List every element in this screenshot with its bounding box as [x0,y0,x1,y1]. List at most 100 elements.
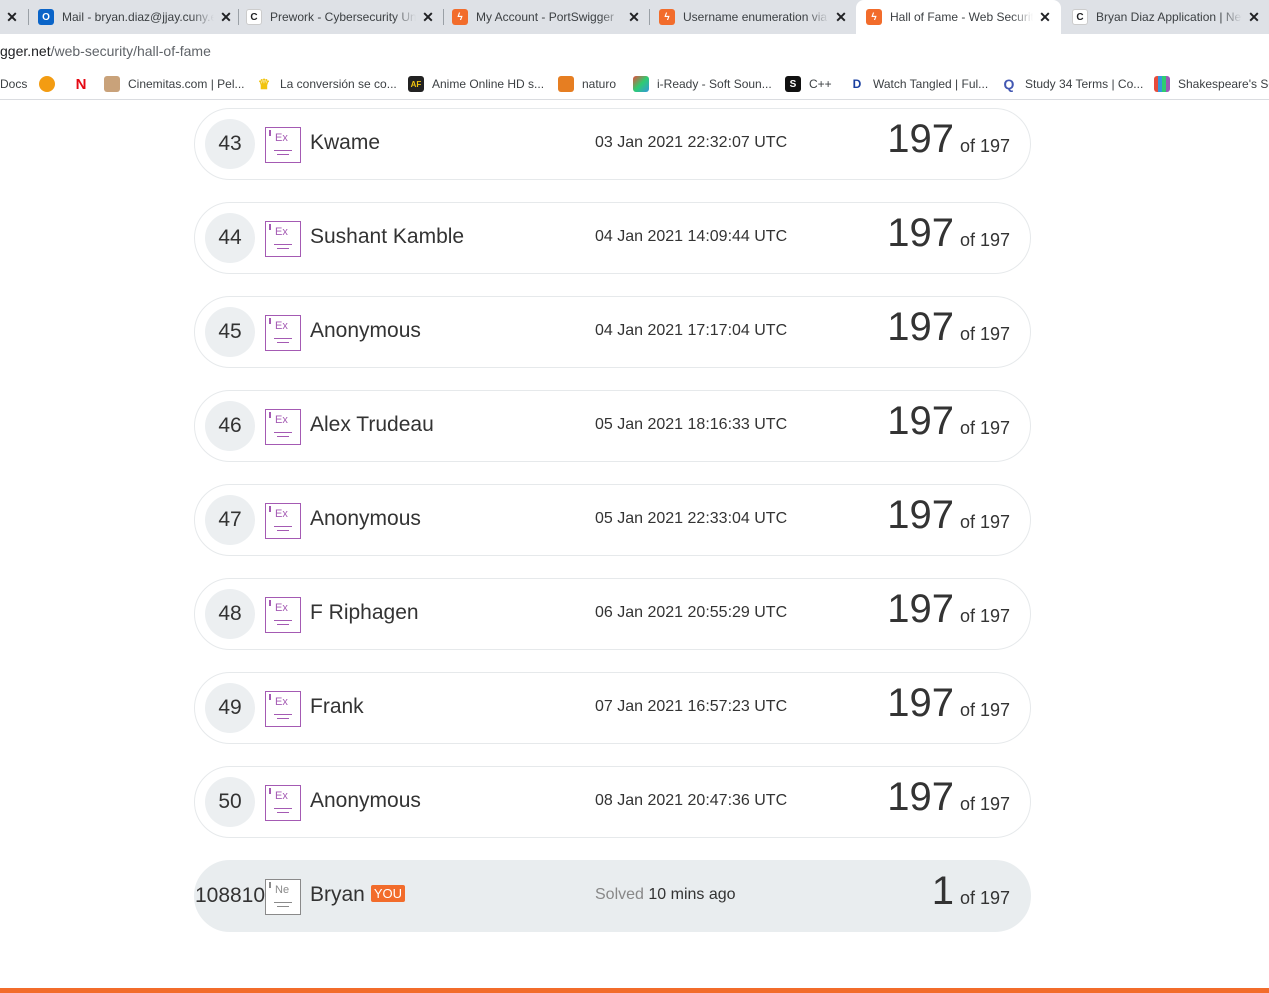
score: 197 of 197 [887,587,1010,632]
expert-badge-icon: Ex [265,315,301,351]
user-name: Bryan YOU [310,883,406,907]
user-name: Anonymous [310,507,421,530]
completion-date: 05 Jan 2021 22:33:04 UTC [595,510,788,527]
orange-ball-icon [39,76,55,92]
close-icon[interactable]: ✕ [4,9,20,26]
bookmark-anime[interactable]: AF Anime Online HD s... [408,68,544,100]
score-total: of 197 [959,418,1010,438]
score: 197 of 197 [887,399,1010,444]
tab-separator [443,9,444,25]
badge-level: Ex [275,696,288,708]
rank-number: 44 [205,213,255,263]
completion-date: 03 Jan 2021 22:32:07 UTC [595,134,788,151]
rank-number: 48 [205,589,255,639]
address-bar[interactable]: gger.net/web-security/hall-of-fame [0,34,1269,68]
score-total: of 197 [959,324,1010,344]
tab-title: Prework - Cybersecurity University [270,10,416,24]
tab-title: Mail - bryan.diaz@jjay.cuny.edu [62,10,214,24]
close-icon[interactable]: ✕ [1037,9,1053,26]
bookmark-iready[interactable]: i-Ready - Soft Soun... [633,68,772,100]
outlook-icon: O [38,9,54,25]
tab-hall-of-fame[interactable]: ϟ Hall of Fame - Web Security Academy ✕ [856,0,1061,34]
completion-date: 07 Jan 2021 16:57:23 UTC [595,698,788,715]
close-icon[interactable]: ✕ [218,9,234,26]
url-text[interactable]: gger.net/web-security/hall-of-fame [0,34,211,68]
score-value: 197 [887,211,954,255]
bookmark-netflix[interactable]: N [73,68,97,100]
bookmark-label: Cinemitas.com | Pel... [128,77,245,91]
score-value: 1 [931,869,954,913]
bookmark-label: Study 34 Terms | Co... [1025,77,1144,91]
bookmark-cinemitas[interactable]: Cinemitas.com | Pel... [104,68,244,100]
user-name: Alex Trudeau [310,413,434,436]
user-name: Sushant Kamble [310,225,465,248]
leaderboard-row: 49 Ex Frank 07 Jan 2021 16:57:23 UTC 197… [194,672,1031,744]
rank-number: 108810 [194,884,266,907]
close-icon[interactable]: ✕ [420,9,436,26]
expert-badge-icon: Ex [265,221,301,257]
footer-accent-line [0,988,1269,993]
novice-badge-icon: Ne [265,879,301,915]
user-name: Anonymous [310,789,421,812]
expert-badge-icon: Ex [265,785,301,821]
crown-icon: ♛ [257,75,271,92]
close-icon[interactable]: ✕ [833,9,849,26]
badge-level: Ex [275,414,288,426]
bookmark-docs[interactable]: Docs [0,68,27,100]
bookmark-label: Watch Tangled | Ful... [873,77,989,91]
score-value: 197 [887,681,954,725]
portswigger-icon: ϟ [452,9,468,25]
close-icon[interactable]: ✕ [626,9,642,26]
portswigger-icon: ϟ [866,9,882,25]
bookmark-quizlet[interactable]: Q Study 34 Terms | Co... [1001,68,1144,100]
tab-title: My Account - PortSwigger [476,10,615,24]
tab-title: Bryan Diaz Application | New [1096,10,1242,24]
tab-partial[interactable]: ✕ [0,0,22,34]
badge-level: Ne [275,884,290,896]
naruto-icon [558,76,574,92]
bookmark-conversion[interactable]: ♛ La conversión se co... [256,68,397,100]
tab-title: Hall of Fame - Web Security Academy [890,10,1033,24]
solved-time: Solved 10 mins ago [595,886,736,904]
portswigger-icon: ϟ [659,9,675,25]
score-value: 197 [887,587,954,631]
score-total: of 197 [959,700,1010,720]
badge-level: Ex [275,508,288,520]
tab-separator [238,9,239,25]
cube-icon [633,76,649,92]
netflix-icon: N [75,75,87,93]
bookmark-orange[interactable] [39,68,63,100]
tab-username-enumeration[interactable]: ϟ Username enumeration via different res… [659,0,849,34]
rank-number: 47 [205,495,255,545]
tab-title: Username enumeration via different respo… [683,10,829,24]
score: 197 of 197 [887,305,1010,350]
bookmark-shakespeare[interactable]: Shakespeare's So [1154,68,1269,100]
close-icon[interactable]: ✕ [1246,9,1262,26]
badge-level: Ex [275,320,288,332]
bookmark-naturo[interactable]: naturo [558,68,616,100]
expert-badge-icon: Ex [265,409,301,445]
tab-my-account[interactable]: ϟ My Account - PortSwigger ✕ [452,0,642,34]
tab-bryan-application[interactable]: C Bryan Diaz Application | New ✕ [1072,0,1262,34]
tab-prework[interactable]: C Prework - Cybersecurity University ✕ [246,0,436,34]
leaderboard-row: 45 Ex Anonymous 04 Jan 2021 17:17:04 UTC… [194,296,1031,368]
solved-ago: 10 mins ago [648,886,736,903]
tab-separator [649,9,650,25]
rank-number: 45 [205,307,255,357]
tab-mail[interactable]: O Mail - bryan.diaz@jjay.cuny.edu ✕ [38,0,234,34]
score-total: of 197 [959,136,1010,156]
expert-badge-icon: Ex [265,691,301,727]
expert-badge-icon: Ex [265,597,301,633]
bookmark-cpp[interactable]: S C++ [785,68,832,100]
tab-strip: ✕ O Mail - bryan.diaz@jjay.cuny.edu ✕ C … [0,0,1269,34]
score: 197 of 197 [887,117,1010,162]
bookmark-tangled[interactable]: D Watch Tangled | Ful... [849,68,989,100]
codepath-icon: C [1072,9,1088,25]
score-total: of 197 [959,888,1010,908]
solved-label: Solved [595,886,644,903]
score: 197 of 197 [887,493,1010,538]
codepath-icon: C [246,9,262,25]
user-name: F Riphagen [310,601,419,624]
user-name: Frank [310,695,364,718]
user-name-text: Bryan [310,883,365,906]
